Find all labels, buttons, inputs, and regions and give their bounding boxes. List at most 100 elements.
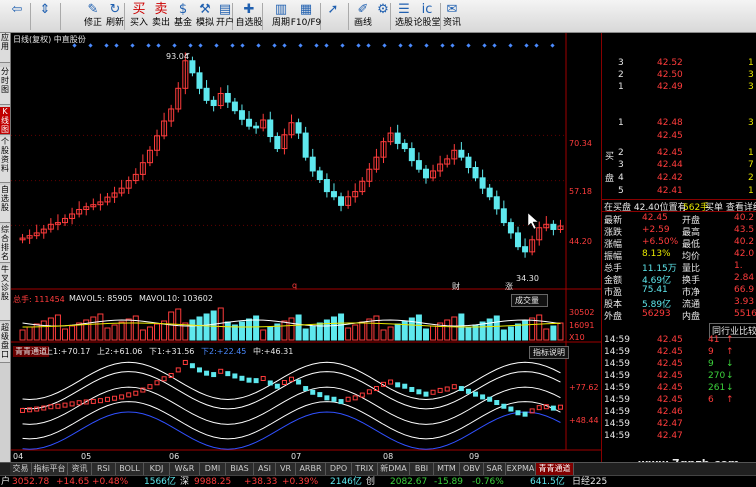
sidebar-tab-7[interactable]: 超级盘口 <box>0 323 10 363</box>
kline-chart[interactable] <box>11 33 601 462</box>
bid-row[interactable]: 42.45 <box>602 131 756 143</box>
indicator-tab-18[interactable]: SAR <box>484 463 506 475</box>
indicator-tab-10[interactable]: VR <box>276 463 296 475</box>
indicator-tab-0[interactable]: 交易 <box>10 463 32 475</box>
indicator-tab-19[interactable]: EXPMA <box>506 463 536 475</box>
sh-index-label: 户 <box>1 477 11 487</box>
bid-price: 42.44 <box>657 160 683 170</box>
bid-row[interactable]: 3 42.44 7 <box>602 160 756 172</box>
bid-row[interactable]: 4 42.42 2 <box>602 173 756 185</box>
indicator-tab-20[interactable]: 青青通道 <box>536 463 574 475</box>
cy-index-value[interactable]: 2082.67 <box>390 476 427 487</box>
indicator-tab-17[interactable]: OBV <box>460 463 484 475</box>
stat-row[interactable]: 最新 42.45 开盘 40.2 <box>602 213 756 226</box>
sidebar-tab-0[interactable]: 应用 <box>0 33 10 63</box>
bid-row[interactable]: 2 42.45 1 <box>602 148 756 160</box>
stat-row[interactable]: 总手 11.15万 量比 1. <box>602 261 756 274</box>
indicator-tab-6[interactable]: W&R <box>170 463 200 475</box>
indicator-tab-15[interactable]: BBI <box>410 463 434 475</box>
volume-indicator-button[interactable]: 成交量 <box>511 294 548 307</box>
toolbar-button-label: 周期 <box>271 18 290 28</box>
event-diamond <box>188 43 193 48</box>
stat-row[interactable]: 振幅 8.13% 均价 42.0 <box>602 249 756 262</box>
indicator-tab-5[interactable]: KDJ <box>144 463 170 475</box>
stat-row[interactable]: 涨幅 +6.50% 最低 40.2 <box>602 237 756 250</box>
ask-volume: 3 <box>748 82 754 92</box>
indicator-tab-8[interactable]: BIAS <box>226 463 254 475</box>
tick-row[interactable]: 14:59 42.46 <box>602 407 756 419</box>
edit-icon: ✎ <box>87 2 99 17</box>
nikkei-label[interactable]: 日经225 <box>572 476 607 487</box>
indicator-tab-11[interactable]: ARBR <box>296 463 326 475</box>
stat-row[interactable]: 股本 5.89亿 流通 3.93 <box>602 297 756 310</box>
stat-row[interactable]: 外盘 56293 内盘 5516 <box>602 309 756 322</box>
indicator-tab-9[interactable]: ASI <box>254 463 276 475</box>
toolbar-button-back-arrow[interactable]: ⇦ <box>5 1 29 32</box>
indicator-tab-13[interactable]: TRIX <box>352 463 378 475</box>
indicator-tab-7[interactable]: DMI <box>200 463 226 475</box>
sz-index-value[interactable]: 9988.25 <box>194 476 231 487</box>
toolbar-button-forum[interactable]: ic 论股堂 <box>414 1 441 32</box>
toolbar-button-refresh[interactable]: ↻ 刷新 <box>104 1 126 32</box>
indicator-tab-1[interactable]: 指标平台 <box>32 463 68 475</box>
tick-row[interactable]: 14:59 42.47 <box>602 419 756 431</box>
sidebar-tab-2[interactable]: K线图 <box>0 107 10 135</box>
toolbar-button-sell[interactable]: 卖卖出 <box>150 1 172 32</box>
sz-index-amount: 2146亿 <box>330 477 362 487</box>
order-summary-row[interactable]: 在买盘 42.40位置有562手买单 查看详细 <box>602 199 756 213</box>
indicator-explain-button[interactable]: 指标说明 <box>529 346 569 359</box>
ask-row[interactable]: 1 42.49 3 <box>602 82 756 94</box>
toolbar-button-fund[interactable]: $ 基金 <box>172 1 194 32</box>
channel-mid-line <box>22 386 561 425</box>
down-arrow-icon: ↓ <box>726 383 734 393</box>
toolbar-button-edit[interactable]: ✎ 修正 <box>82 1 104 32</box>
toolbar-button-stock-pick[interactable]: ☰ 选股 <box>393 1 415 32</box>
sidebar-tab-4[interactable]: 自选股 <box>0 185 10 223</box>
sidebar-tab-5[interactable]: 综合排名 <box>0 225 10 263</box>
sidebar-tab-3[interactable]: 个股资料 <box>0 137 10 183</box>
indicator-tab-16[interactable]: MTM <box>434 463 460 475</box>
toolbar-button-draw-line[interactable]: ✐ 画线 <box>352 1 374 32</box>
indicator-candle <box>20 407 26 413</box>
chart-area[interactable]: 日线(复权) 中直股份 93.04 34.30 70.34 57.18 44.2… <box>11 33 601 462</box>
stat-row[interactable]: 金额 4.69亿 换手 2.84 <box>602 273 756 286</box>
ask-row[interactable]: 3 42.52 1 <box>602 58 756 70</box>
volume-bar <box>323 319 330 341</box>
toolbar-button-open-account[interactable]: ▤ 开户 <box>214 1 236 32</box>
indicator-tab-3[interactable]: RSI <box>92 463 116 475</box>
candle-body <box>224 92 231 103</box>
toolbar-button-label: 卖出 <box>151 18 170 28</box>
volume-total-label: 总手: 111454 <box>13 295 65 304</box>
indicator-candle <box>62 402 68 408</box>
indicator-tab-4[interactable]: BOLL <box>116 463 144 475</box>
sh-index-amount: 1566亿 <box>144 477 176 487</box>
tick-time: 14:59 <box>604 407 630 417</box>
toolbar-button-news[interactable]: ✉ 资讯 <box>442 1 462 32</box>
sidebar-tab-6[interactable]: 牛叉诊股 <box>0 265 10 321</box>
event-marker-zhang[interactable]: 涨 <box>505 281 513 292</box>
bid-row[interactable]: 5 42.41 1 <box>602 186 756 198</box>
event-marker-cai[interactable]: 财 <box>452 281 460 292</box>
toolbar-button-up-down[interactable]: ⇕ <box>34 1 56 32</box>
toolbar-button-period[interactable]: ▥ 周期 <box>270 1 292 32</box>
toolbar-button-watchlist[interactable]: ✚ 自选股 <box>236 1 263 32</box>
toolbar-button-simulate[interactable]: ⚒ 模拟 <box>194 1 216 32</box>
bid-row[interactable]: 1 42.48 3 <box>602 118 756 130</box>
toolbar-button-tools[interactable]: ⚙ <box>372 1 394 32</box>
fund-icon: $ <box>178 2 188 17</box>
toolbar-button-f10[interactable]: ▦ F10/F9 <box>291 1 322 32</box>
sidebar-tab-1[interactable]: 分时图 <box>0 67 10 105</box>
stat-row[interactable]: 市盈 75.41 市净 66.9 <box>602 285 756 298</box>
sh-index-value[interactable]: 3052.78 <box>12 476 49 487</box>
stat-row[interactable]: 涨跌 +2.59 最高 43.5 <box>602 225 756 238</box>
indicator-tab-12[interactable]: DPO <box>326 463 352 475</box>
indicator-candle <box>458 386 464 392</box>
order-summary-text: 在买盘 42.40位置有 <box>604 203 687 213</box>
indicator-tab-2[interactable]: 资讯 <box>68 463 92 475</box>
event-marker-q[interactable]: q <box>292 281 297 290</box>
toolbar-button-buy[interactable]: 买买入 <box>128 1 150 32</box>
tick-row[interactable]: 14:59 42.47 <box>602 431 756 443</box>
indicator-tab-14[interactable]: 新DMA <box>378 463 410 475</box>
toolbar-button-arrow[interactable]: ➚ <box>322 1 344 32</box>
ask-row[interactable]: 2 42.50 3 <box>602 70 756 82</box>
